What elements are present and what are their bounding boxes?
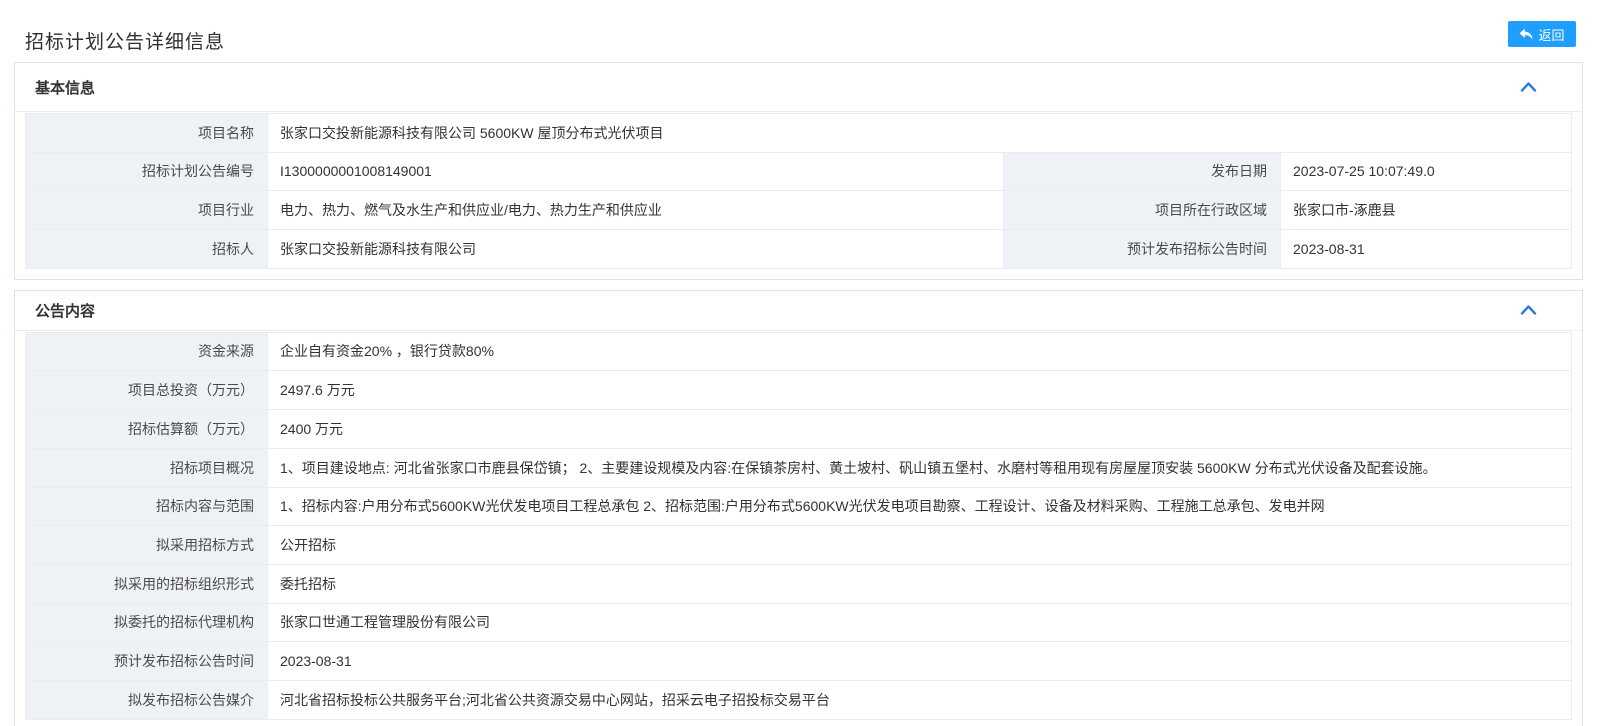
basic-info-header[interactable]: 基本信息: [15, 63, 1582, 112]
field-label: 招标人: [26, 230, 268, 269]
back-button-label: 返回: [1538, 25, 1564, 44]
announcement-title: 公告内容: [35, 300, 95, 321]
announcement-table: 资金来源 企业自有资金20% ，银行贷款80% 项目总投资（万元） 2497.6…: [25, 332, 1572, 720]
table-row: 预计发布招标公告时间 2023-08-31: [26, 642, 1572, 681]
basic-info-title: 基本信息: [35, 77, 95, 98]
field-label: 项目总投资（万元）: [26, 371, 268, 410]
field-value: 委托招标: [268, 564, 1572, 603]
field-value: 张家口交投新能源科技有限公司 5600KW 屋顶分布式光伏项目: [268, 114, 1572, 153]
field-value: 2023-08-31: [1281, 230, 1572, 269]
field-label: 发布日期: [1004, 152, 1281, 191]
field-label: 资金来源: [26, 332, 268, 371]
announcement-table-wrap: 资金来源 企业自有资金20% ，银行贷款80% 项目总投资（万元） 2497.6…: [15, 331, 1582, 726]
panel-gap: [0, 280, 1597, 290]
field-label: 招标项目概况: [26, 448, 268, 487]
table-row: 项目总投资（万元） 2497.6 万元: [26, 371, 1572, 410]
chevron-up-icon[interactable]: [1520, 305, 1537, 316]
field-label: 项目行业: [26, 191, 268, 230]
field-label: 拟采用的招标组织形式: [26, 564, 268, 603]
field-label: 拟委托的招标代理机构: [26, 603, 268, 642]
table-row: 拟发布招标公告媒介 河北省招标投标公共服务平台;河北省公共资源交易中心网站，招采…: [26, 680, 1572, 719]
field-value: 电力、热力、燃气及水生产和供应业/电力、热力生产和供应业: [268, 191, 1004, 230]
field-label: 拟发布招标公告媒介: [26, 680, 268, 719]
basic-info-table: 项目名称 张家口交投新能源科技有限公司 5600KW 屋顶分布式光伏项目 招标计…: [25, 113, 1572, 269]
basic-info-table-wrap: 项目名称 张家口交投新能源科技有限公司 5600KW 屋顶分布式光伏项目 招标计…: [15, 112, 1582, 279]
field-value: 2023-08-31: [268, 642, 1572, 681]
field-label: 招标计划公告编号: [26, 152, 268, 191]
back-arrow-icon: [1519, 28, 1533, 41]
field-value: 1、招标内容:户用分布式5600KW光伏发电项目工程总承包 2、招标范围:户用分…: [268, 487, 1572, 526]
field-label: 预计发布招标公告时间: [26, 642, 268, 681]
field-value: I1300000001008149001: [268, 152, 1004, 191]
top-bar: 招标计划公告详细信息 返回: [0, 0, 1597, 62]
field-value: 张家口交投新能源科技有限公司: [268, 230, 1004, 269]
field-value: 张家口市-涿鹿县: [1281, 191, 1572, 230]
table-row: 招标人 张家口交投新能源科技有限公司 预计发布招标公告时间 2023-08-31: [26, 230, 1572, 269]
field-label: 招标估算额（万元）: [26, 410, 268, 449]
field-value: 2400 万元: [268, 410, 1572, 449]
field-label: 预计发布招标公告时间: [1004, 230, 1281, 269]
basic-info-panel: 基本信息 项目名称 张家口交投新能源科技有限公司 5600KW 屋顶分布式光伏项…: [14, 62, 1583, 280]
table-row: 招标项目概况 1、项目建设地点: 河北省张家口市鹿县保岱镇； 2、主要建设规模及…: [26, 448, 1572, 487]
table-row: 拟采用招标方式 公开招标: [26, 526, 1572, 565]
table-row: 拟委托的招标代理机构 张家口世通工程管理股份有限公司: [26, 603, 1572, 642]
field-label: 招标内容与范围: [26, 487, 268, 526]
field-label: 项目名称: [26, 114, 268, 153]
field-value: 2497.6 万元: [268, 371, 1572, 410]
field-label: 项目所在行政区域: [1004, 191, 1281, 230]
table-row: 资金来源 企业自有资金20% ，银行贷款80%: [26, 332, 1572, 371]
table-row: 项目名称 张家口交投新能源科技有限公司 5600KW 屋顶分布式光伏项目: [26, 114, 1572, 153]
field-value: 公开招标: [268, 526, 1572, 565]
table-row: 招标计划公告编号 I1300000001008149001 发布日期 2023-…: [26, 152, 1572, 191]
field-value: 企业自有资金20% ，银行贷款80%: [268, 332, 1572, 371]
announcement-header[interactable]: 公告内容: [15, 291, 1582, 331]
page-title: 招标计划公告详细信息: [25, 27, 225, 54]
back-button[interactable]: 返回: [1508, 21, 1576, 47]
table-row: 招标内容与范围 1、招标内容:户用分布式5600KW光伏发电项目工程总承包 2、…: [26, 487, 1572, 526]
chevron-up-icon[interactable]: [1520, 82, 1537, 93]
field-value: 张家口世通工程管理股份有限公司: [268, 603, 1572, 642]
announcement-panel: 公告内容 资金来源 企业自有资金20% ，银行贷款80% 项目总投资（万元） 2…: [14, 290, 1583, 726]
field-value: 河北省招标投标公共服务平台;河北省公共资源交易中心网站，招采云电子招投标交易平台: [268, 680, 1572, 719]
field-value: 2023-07-25 10:07:49.0: [1281, 152, 1572, 191]
table-row: 项目行业 电力、热力、燃气及水生产和供应业/电力、热力生产和供应业 项目所在行政…: [26, 191, 1572, 230]
table-row: 招标估算额（万元） 2400 万元: [26, 410, 1572, 449]
table-row: 拟采用的招标组织形式 委托招标: [26, 564, 1572, 603]
field-value: 1、项目建设地点: 河北省张家口市鹿县保岱镇； 2、主要建设规模及内容:在保镇茶…: [268, 448, 1572, 487]
field-label: 拟采用招标方式: [26, 526, 268, 565]
